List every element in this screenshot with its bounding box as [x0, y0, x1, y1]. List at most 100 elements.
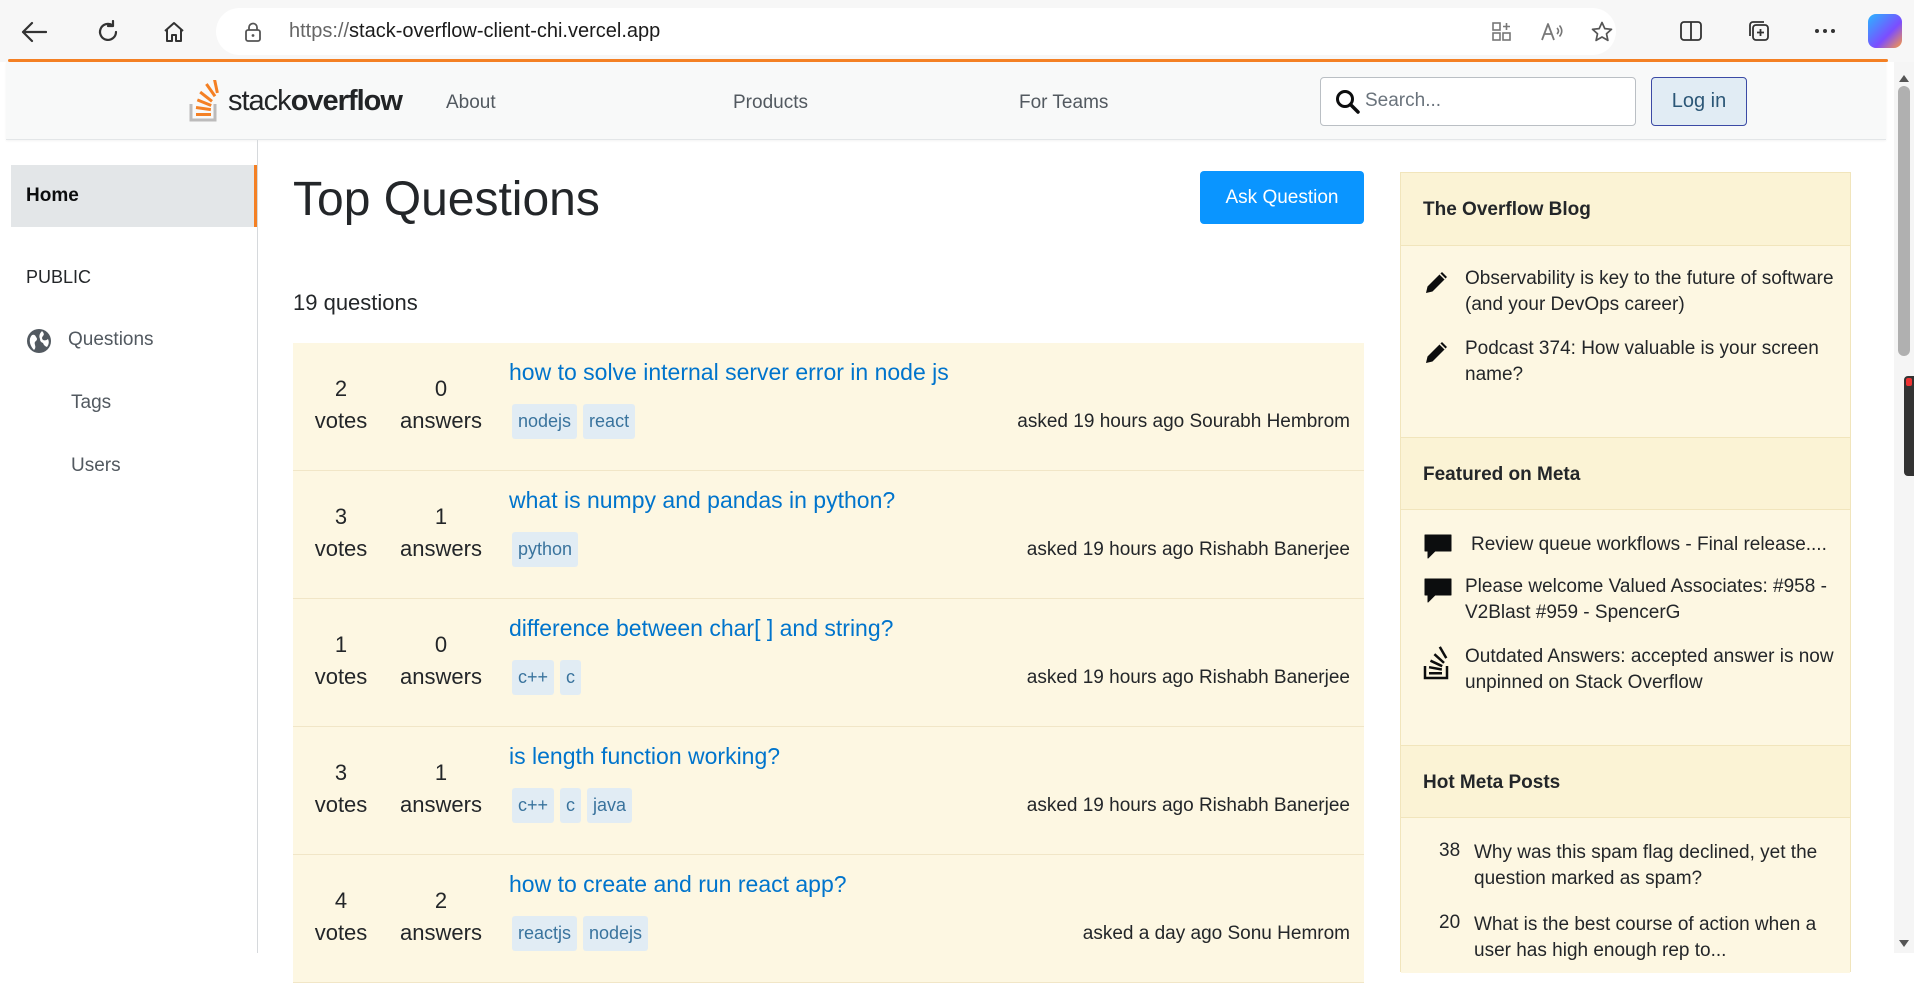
answer-number: 0 — [434, 376, 448, 401]
tag[interactable]: react — [583, 404, 636, 439]
stack-overflow-icon — [1423, 646, 1453, 685]
meta-post-link[interactable]: Please welcome Valued Associates: #958 -… — [1465, 574, 1835, 626]
question-row: 4 votes 2 answers how to create and run re… — [293, 855, 1364, 983]
nav-about[interactable]: About — [446, 92, 496, 114]
tag[interactable]: java — [587, 788, 633, 823]
comment-icon — [1423, 576, 1453, 609]
tag[interactable]: reactjs — [512, 916, 578, 951]
tag[interactable]: c++ — [512, 788, 555, 823]
vote-count: 3 votes — [305, 501, 377, 565]
tag[interactable]: nodejs — [583, 916, 649, 951]
extension-side-tab[interactable] — [1904, 376, 1914, 476]
featured-meta-heading: Featured on Meta — [1401, 437, 1850, 510]
login-button[interactable]: Log in — [1651, 77, 1747, 126]
hot-post-link[interactable]: What is the best course of action when a… — [1474, 912, 1844, 964]
vote-label: votes — [314, 792, 368, 817]
refresh-icon[interactable] — [86, 10, 130, 54]
stack-logo-icon — [189, 80, 219, 122]
scroll-down-arrow-icon[interactable] — [1898, 936, 1910, 954]
vote-number: 4 — [334, 888, 348, 913]
question-title-link[interactable]: is length function working? — [509, 743, 780, 770]
question-row: 3 votes 1 answers is length function worki… — [293, 727, 1364, 855]
answer-count: 0 answers — [391, 373, 491, 437]
hot-post-count: 38 — [1439, 840, 1461, 861]
asked-info: asked 19 hours ago Sourabh Hembrom — [1017, 411, 1350, 432]
question-title-link[interactable]: how to create and run react app? — [509, 871, 847, 898]
meta-post-link[interactable]: Outdated Answers: accepted answer is now… — [1465, 644, 1835, 696]
sidebar-item-questions[interactable]: Questions — [68, 329, 154, 351]
vote-label: votes — [314, 536, 368, 561]
answer-label: answers — [400, 664, 482, 689]
asked-info: asked a day ago Sonu Hemrom — [1082, 923, 1350, 944]
right-sidebar-widget: The Overflow Blog Observability is key t… — [1400, 172, 1851, 973]
sidebar-item-home[interactable]: Home — [11, 165, 257, 227]
asked-info: asked 19 hours ago Rishabh Banerjee — [1026, 795, 1350, 816]
url-host: stack-overflow-client-chi.vercel.app — [349, 20, 661, 42]
home-icon[interactable] — [152, 10, 196, 54]
stackoverflow-logo[interactable]: stackoverflow — [188, 76, 403, 122]
split-screen-icon[interactable] — [1674, 14, 1708, 48]
sidebar-item-users[interactable]: Users — [71, 455, 121, 477]
search-box[interactable] — [1320, 77, 1636, 126]
more-options-icon[interactable] — [1808, 14, 1842, 48]
answer-number: 1 — [434, 504, 448, 529]
app-available-icon[interactable] — [1488, 18, 1516, 46]
nav-products[interactable]: Products — [733, 92, 808, 114]
answer-label: answers — [400, 920, 482, 945]
question-list: 2 votes 0 answers how to solve internal se… — [293, 343, 1364, 983]
address-bar[interactable]: https://stack-overflow-client-chi.vercel… — [216, 8, 1616, 55]
back-icon[interactable] — [12, 10, 56, 54]
meta-post-link[interactable]: Review queue workflows - Final release..… — [1471, 532, 1841, 558]
tag[interactable]: python — [512, 532, 579, 567]
blog-heading: The Overflow Blog — [1401, 173, 1850, 246]
page-scrollbar[interactable] — [1894, 62, 1914, 953]
question-row: 3 votes 1 answers what is numpy and pandas… — [293, 471, 1364, 599]
vote-label: votes — [314, 664, 368, 689]
comment-icon — [1423, 532, 1453, 565]
copilot-icon[interactable] — [1868, 14, 1902, 48]
vote-label: votes — [314, 920, 368, 945]
tag[interactable]: c — [560, 660, 582, 695]
url-protocol: https:// — [289, 20, 350, 42]
hot-meta-list: 38 Why was this spam flag declined, yet … — [1401, 818, 1850, 973]
read-aloud-icon[interactable] — [1538, 18, 1566, 46]
nav-for-teams[interactable]: For Teams — [1019, 92, 1108, 114]
blog-post-link[interactable]: Observability is key to the future of so… — [1465, 266, 1835, 318]
tag[interactable]: c — [560, 788, 582, 823]
vote-label: votes — [314, 408, 368, 433]
tag-list: c++ c java — [512, 788, 633, 823]
vote-count: 4 votes — [305, 885, 377, 949]
hot-post-link[interactable]: Why was this spam flag declined, yet the… — [1474, 840, 1844, 892]
question-title-link[interactable]: how to solve internal server error in no… — [509, 359, 949, 386]
blog-post-link[interactable]: Podcast 374: How valuable is your screen… — [1465, 336, 1835, 388]
lock-icon[interactable] — [244, 22, 262, 47]
search-input[interactable] — [1365, 86, 1625, 116]
logo-text-bold: overflow — [290, 85, 403, 117]
vote-count: 3 votes — [305, 757, 377, 821]
url-text: https://stack-overflow-client-chi.vercel… — [289, 20, 660, 43]
search-icon — [1335, 89, 1361, 120]
sidebar-section-public: PUBLIC — [26, 267, 92, 287]
ask-question-button[interactable]: Ask Question — [1200, 171, 1364, 224]
tag[interactable]: nodejs — [512, 404, 578, 439]
answer-label: answers — [400, 408, 482, 433]
vote-number: 3 — [334, 760, 348, 785]
question-title-link[interactable]: difference between char[ ] and string? — [509, 615, 893, 642]
collections-icon[interactable] — [1742, 14, 1776, 48]
question-title-link[interactable]: what is numpy and pandas in python? — [509, 487, 895, 514]
tag-list: reactjs nodejs — [512, 916, 649, 951]
asked-info: asked 19 hours ago Rishabh Banerjee — [1026, 667, 1350, 688]
vote-count: 1 votes — [305, 629, 377, 693]
browser-toolbar: https://stack-overflow-client-chi.vercel… — [0, 0, 1914, 62]
question-row: 1 votes 0 answers difference between char[… — [293, 599, 1364, 727]
site-header: stackoverflow About Products For Teams L… — [6, 62, 1886, 140]
scrollbar-thumb[interactable] — [1898, 86, 1910, 356]
sidebar-item-tags[interactable]: Tags — [71, 392, 111, 414]
page-title: Top Questions — [293, 173, 600, 226]
answer-label: answers — [400, 536, 482, 561]
tag[interactable]: c++ — [512, 660, 555, 695]
question-row: 2 votes 0 answers how to solve internal se… — [293, 343, 1364, 471]
pencil-icon — [1423, 268, 1451, 301]
favorite-star-icon[interactable] — [1588, 18, 1616, 46]
pencil-icon — [1423, 338, 1451, 371]
